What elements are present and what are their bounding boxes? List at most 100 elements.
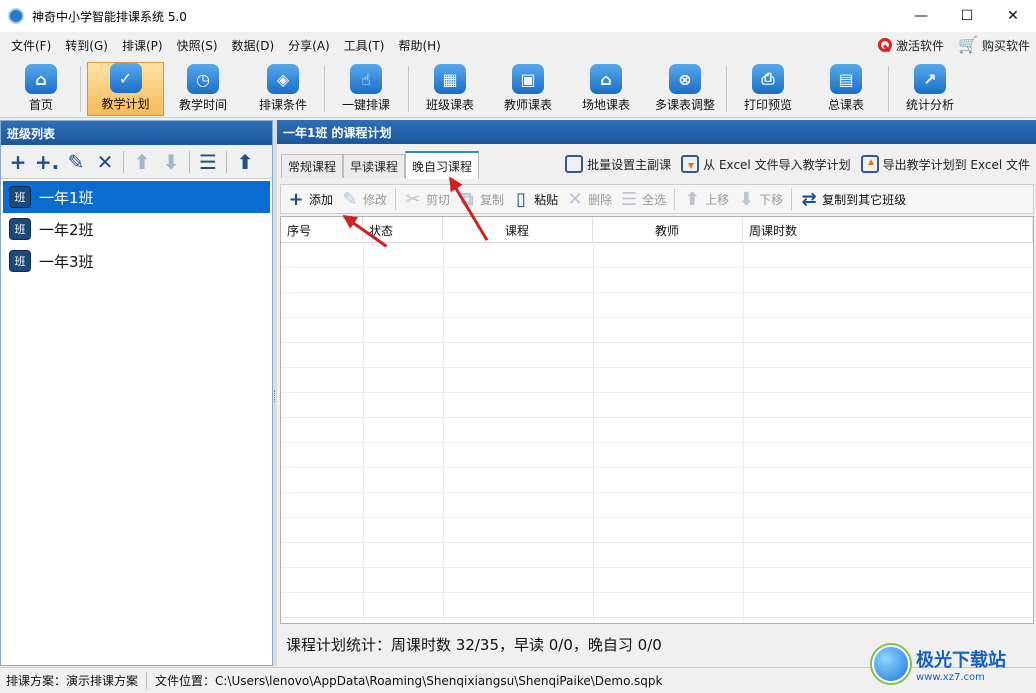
buy-link[interactable]: 🛒 购买软件: [958, 37, 1030, 54]
move-up-icon[interactable]: ⬆: [131, 150, 153, 174]
printer-icon: ⎙: [752, 64, 784, 94]
menu-help[interactable]: 帮助(H): [391, 37, 447, 54]
main-toolbar: ⌂ 首页 ✓ 教学计划 ◷ 教学时间 ◈ 排课条件 ☝ 一键排课 ▦ 班级课表 …: [0, 58, 1036, 118]
class-item[interactable]: 班 一年1班: [3, 181, 270, 213]
toolbar-teacher-schedule[interactable]: ▣ 教师课表: [496, 62, 560, 116]
paste-icon: ▯: [516, 188, 527, 210]
copy-to-other-class-button[interactable]: ⇄ 复制到其它班级: [800, 188, 907, 210]
tab-evening-study[interactable]: 晚自习课程: [405, 151, 480, 179]
class-list-toolbar: + +. ✎ ✕ ⬆ ⬇ ☰ ⬆: [1, 145, 272, 179]
toolbar-class-schedule[interactable]: ▦ 班级课表: [418, 62, 482, 116]
col-course[interactable]: 课程: [443, 217, 593, 243]
col-weekly-hours[interactable]: 周课时数: [743, 217, 1033, 243]
menu-tools[interactable]: 工具(T): [337, 37, 392, 54]
plan-statistics: 课程计划统计：周课时数 32/35，早读 0/0，晚自习 0/0: [286, 636, 662, 654]
move-down-label: 下移: [759, 192, 784, 207]
activate-label: 激活软件: [896, 38, 945, 53]
menu-bar: 文件(F) 转到(G) 排课(P) 快照(S) 数据(D) 分享(A) 工具(T…: [0, 32, 1036, 58]
paste-button[interactable]: ▯ 粘贴: [512, 189, 558, 210]
summary-calendar-icon: ▤: [830, 64, 862, 94]
move-down-icon[interactable]: ⬇: [160, 150, 182, 174]
cut-label: 剪切: [426, 192, 451, 207]
calendar-grid-icon: ▦: [434, 64, 466, 94]
menu-file[interactable]: 文件(F): [4, 37, 58, 54]
menu-schedule[interactable]: 排课(P): [115, 37, 170, 54]
scheme-status: 排课方案：演示排课方案: [6, 674, 139, 688]
maximize-button[interactable]: ☐: [944, 0, 990, 32]
plus-icon: +: [288, 188, 304, 210]
watermark: 极光下载站 www.xz7.com: [872, 638, 1032, 690]
copy-label: 复制: [480, 192, 505, 207]
import-icon: [681, 155, 700, 173]
course-plan-title: 一年1班 的课程计划: [277, 120, 1036, 144]
delete-button[interactable]: ✕ 删除: [566, 188, 613, 210]
export-excel-button[interactable]: 导出教学计划到 Excel 文件: [860, 155, 1030, 173]
title-bar: 神奇中小学智能排课系统 5.0 — ☐ ✕: [0, 0, 1036, 32]
import-label: 从 Excel 文件导入教学计划: [703, 157, 851, 172]
class-badge-icon: 班: [9, 186, 31, 208]
delete-icon: ✕: [567, 188, 583, 210]
select-all-label: 全选: [642, 192, 667, 207]
add-button[interactable]: + 添加: [287, 189, 333, 210]
delete-class-icon[interactable]: ✕: [94, 150, 116, 174]
tab-regular[interactable]: 常规课程: [281, 154, 344, 178]
edit-button[interactable]: ✎ 修改: [341, 189, 387, 210]
activate-link[interactable]: 激活软件: [878, 37, 944, 54]
col-teacher[interactable]: 教师: [593, 217, 743, 243]
toolbar-master-schedule[interactable]: ▤ 总课表: [814, 62, 878, 116]
toolbar-print-preview[interactable]: ⎙ 打印预览: [736, 62, 800, 116]
add-multiple-class-icon[interactable]: +.: [35, 150, 59, 174]
class-badge-icon: 班: [9, 250, 31, 272]
arrow-up-icon: ⬆: [684, 188, 700, 210]
pencil-icon: ✎: [342, 188, 358, 210]
toolbar-conditions[interactable]: ◈ 排课条件: [250, 62, 316, 116]
toolbar-label: 首页: [28, 98, 53, 112]
toolbar-multi-adjust[interactable]: ⊗ 多课表调整: [650, 62, 720, 116]
menu-share[interactable]: 分享(A): [281, 37, 337, 54]
toolbar-teaching-time[interactable]: ◷ 教学时间: [170, 62, 236, 116]
move-down-button[interactable]: ⬇ 下移: [737, 189, 784, 210]
class-name: 一年3班: [39, 252, 94, 271]
app-logo-icon: [8, 8, 24, 24]
toolbar-label: 排课条件: [258, 98, 307, 112]
watermark-name: 极光下载站: [916, 649, 1006, 671]
select-all-button[interactable]: ☰ 全选: [620, 189, 666, 210]
toolbar-venue-schedule[interactable]: ⌂ 场地课表: [574, 62, 638, 116]
toolbar-teaching-plan[interactable]: ✓ 教学计划: [87, 62, 164, 116]
toolbar-label: 总课表: [827, 98, 864, 112]
copy-to-icon: ⇄: [801, 188, 817, 210]
export-label: 导出教学计划到 Excel 文件: [882, 157, 1030, 172]
toolbar-auto-schedule[interactable]: ☝ 一键排课: [334, 62, 398, 116]
move-up-label: 上移: [705, 192, 730, 207]
file-path-status: 文件位置：C:\Users\lenovo\AppData\Roaming\She…: [155, 674, 663, 688]
select-list-icon[interactable]: ☰: [197, 150, 219, 174]
toolbar-label: 打印预览: [743, 98, 792, 112]
tab-morning-reading[interactable]: 早读课程: [343, 154, 406, 178]
watermark-url: www.xz7.com: [916, 671, 985, 683]
class-item[interactable]: 班 一年2班: [3, 213, 270, 245]
class-item[interactable]: 班 一年3班: [3, 245, 270, 277]
cut-button[interactable]: ✂ 剪切: [404, 189, 450, 210]
cart-icon: 🛒: [958, 35, 978, 54]
toolbar-label: 教学计划: [101, 97, 150, 111]
add-class-icon[interactable]: +: [7, 150, 29, 174]
menu-goto[interactable]: 转到(G): [58, 37, 115, 54]
close-button[interactable]: ✕: [990, 0, 1036, 32]
toolbar-home[interactable]: ⌂ 首页: [10, 62, 72, 116]
scissors-icon: ✂: [405, 188, 421, 210]
import-excel-button[interactable]: 从 Excel 文件导入教学计划: [681, 155, 851, 173]
toolbar-statistics[interactable]: ↗ 统计分析: [898, 62, 962, 116]
move-up-button[interactable]: ⬆ 上移: [683, 188, 730, 210]
course-plan-panel: 一年1班 的课程计划 常规课程 早读课程 晚自习课程 批量设置主副课 从 Exc…: [277, 120, 1036, 666]
menu-snapshot[interactable]: 快照(S): [170, 37, 225, 54]
batch-set-button[interactable]: 批量设置主副课: [565, 155, 671, 173]
upload-icon[interactable]: ⬆: [234, 150, 256, 174]
chart-icon: ↗: [914, 64, 946, 94]
menu-data[interactable]: 数据(D): [225, 37, 282, 54]
copy-to-label: 复制到其它班级: [822, 192, 907, 207]
edit-class-icon[interactable]: ✎: [65, 150, 87, 174]
toolbar-label: 一键排课: [341, 98, 390, 112]
minimize-button[interactable]: —: [898, 0, 944, 32]
export-icon: [860, 155, 879, 173]
toolbar-label: 教学时间: [178, 98, 227, 112]
